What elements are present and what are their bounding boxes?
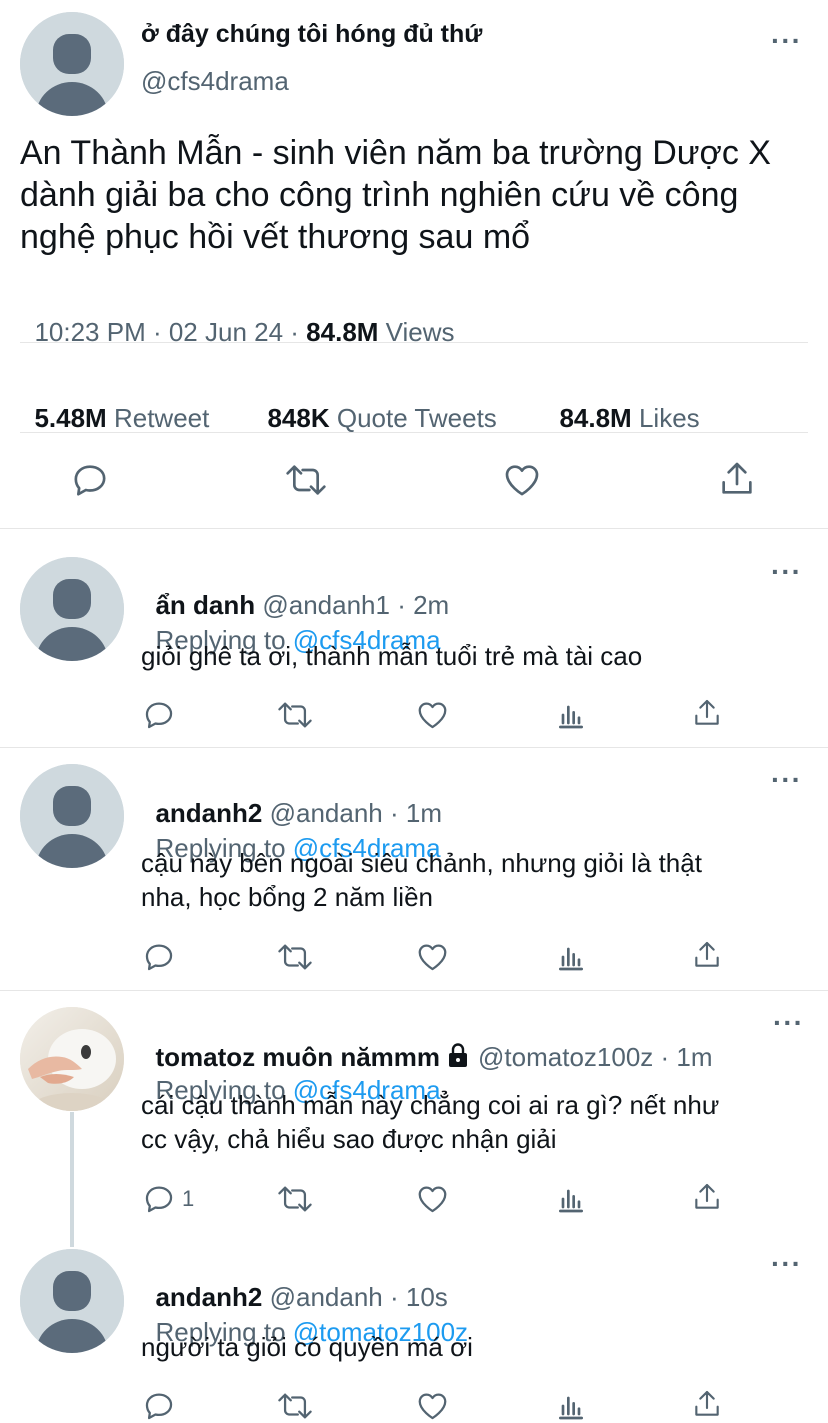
- analytics-icon[interactable]: [555, 698, 587, 732]
- retweet-icon[interactable]: [276, 1182, 314, 1216]
- more-options-icon[interactable]: ···: [771, 27, 802, 55]
- reply-text: người ta giỏi có quyền má ơi: [141, 1332, 473, 1362]
- analytics-icon[interactable]: [555, 1182, 587, 1216]
- divider: [0, 528, 828, 529]
- reply-text-line: cậu này bên ngoài siêu chảnh, nhưng giỏi…: [141, 848, 702, 878]
- share-icon[interactable]: [717, 458, 757, 500]
- reply-icon[interactable]: [70, 460, 110, 500]
- share-icon[interactable]: [691, 1180, 723, 1214]
- reply-count: 1: [182, 1186, 195, 1211]
- retweets-count[interactable]: 5.48M: [34, 403, 106, 433]
- reply-text-line: nha, học bổng 2 năm liền: [141, 882, 433, 912]
- like-icon[interactable]: [415, 940, 450, 974]
- retweet-icon[interactable]: [276, 1389, 314, 1423]
- reply-icon[interactable]: [142, 1389, 176, 1423]
- divider: [0, 990, 828, 991]
- reply-text: giỏi ghê ta ơi, thành mẫn tuổi trẻ mà tà…: [141, 641, 643, 671]
- tweet-timestamp: 10:23 PM · 02 Jun 24 · 84.8M Views: [20, 286, 454, 348]
- avatar-photo[interactable]: [20, 1007, 124, 1111]
- share-icon[interactable]: [691, 696, 723, 730]
- reply-icon[interactable]: [142, 940, 176, 974]
- retweet-icon[interactable]: [284, 460, 328, 500]
- default-avatar-icon: [20, 764, 124, 868]
- thread-connector-line: [70, 1112, 74, 1247]
- reply-text-line: cái cậu thành mẫn này chẳng coi ai ra gì…: [141, 1090, 720, 1120]
- retweets-label[interactable]: Retweet: [114, 403, 209, 433]
- like-icon[interactable]: [415, 1389, 450, 1423]
- lock-icon: [446, 1042, 470, 1068]
- more-options-icon[interactable]: ···: [771, 766, 802, 794]
- retweet-icon[interactable]: [276, 698, 314, 732]
- quotes-count: 848K: [267, 403, 330, 433]
- like-icon[interactable]: [415, 698, 450, 732]
- reply-icon[interactable]: [142, 1182, 176, 1216]
- avatar[interactable]: [20, 764, 124, 868]
- more-options-icon[interactable]: ···: [771, 1250, 802, 1278]
- avatar[interactable]: [20, 12, 124, 116]
- reply-text-line: cc vậy, chả hiểu sao được nhận giải: [141, 1124, 557, 1154]
- like-icon[interactable]: [415, 1182, 450, 1216]
- likes-stat[interactable]: 84.8M Likes: [545, 372, 700, 434]
- more-options-icon[interactable]: ···: [771, 558, 802, 586]
- share-icon[interactable]: [691, 1387, 723, 1421]
- default-avatar-icon: [20, 557, 124, 661]
- retweet-icon[interactable]: [276, 940, 314, 974]
- divider: [20, 342, 808, 343]
- author-handle[interactable]: @cfs4drama: [141, 66, 289, 97]
- analytics-icon[interactable]: [555, 1389, 587, 1423]
- more-options-icon[interactable]: ···: [773, 1009, 804, 1037]
- tweet-text: An Thành Mẫn - sinh viên năm ba trường D…: [20, 134, 771, 256]
- analytics-icon[interactable]: [555, 940, 587, 974]
- like-icon[interactable]: [501, 460, 543, 500]
- quotes-label: Quote Tweets: [336, 403, 497, 433]
- user-photo-icon: [20, 1007, 124, 1111]
- likes-count: 84.8M: [559, 403, 632, 433]
- default-avatar-icon: [20, 12, 124, 116]
- quotes-stat[interactable]: 848K Quote Tweets: [253, 372, 497, 434]
- reply-icon[interactable]: [142, 698, 176, 732]
- share-icon[interactable]: [691, 938, 723, 972]
- divider: [0, 747, 828, 748]
- tweet-stats: 5.48M Retweet: [20, 372, 209, 434]
- divider: [20, 432, 808, 433]
- avatar[interactable]: [20, 557, 124, 661]
- author-name[interactable]: ở đây chúng tôi hóng đủ thứ: [141, 20, 482, 49]
- reply-meta[interactable]: @tomatoz100z · 1m: [478, 1042, 712, 1072]
- likes-label: Likes: [638, 403, 700, 433]
- avatar[interactable]: [20, 1249, 124, 1353]
- default-avatar-icon: [20, 1249, 124, 1353]
